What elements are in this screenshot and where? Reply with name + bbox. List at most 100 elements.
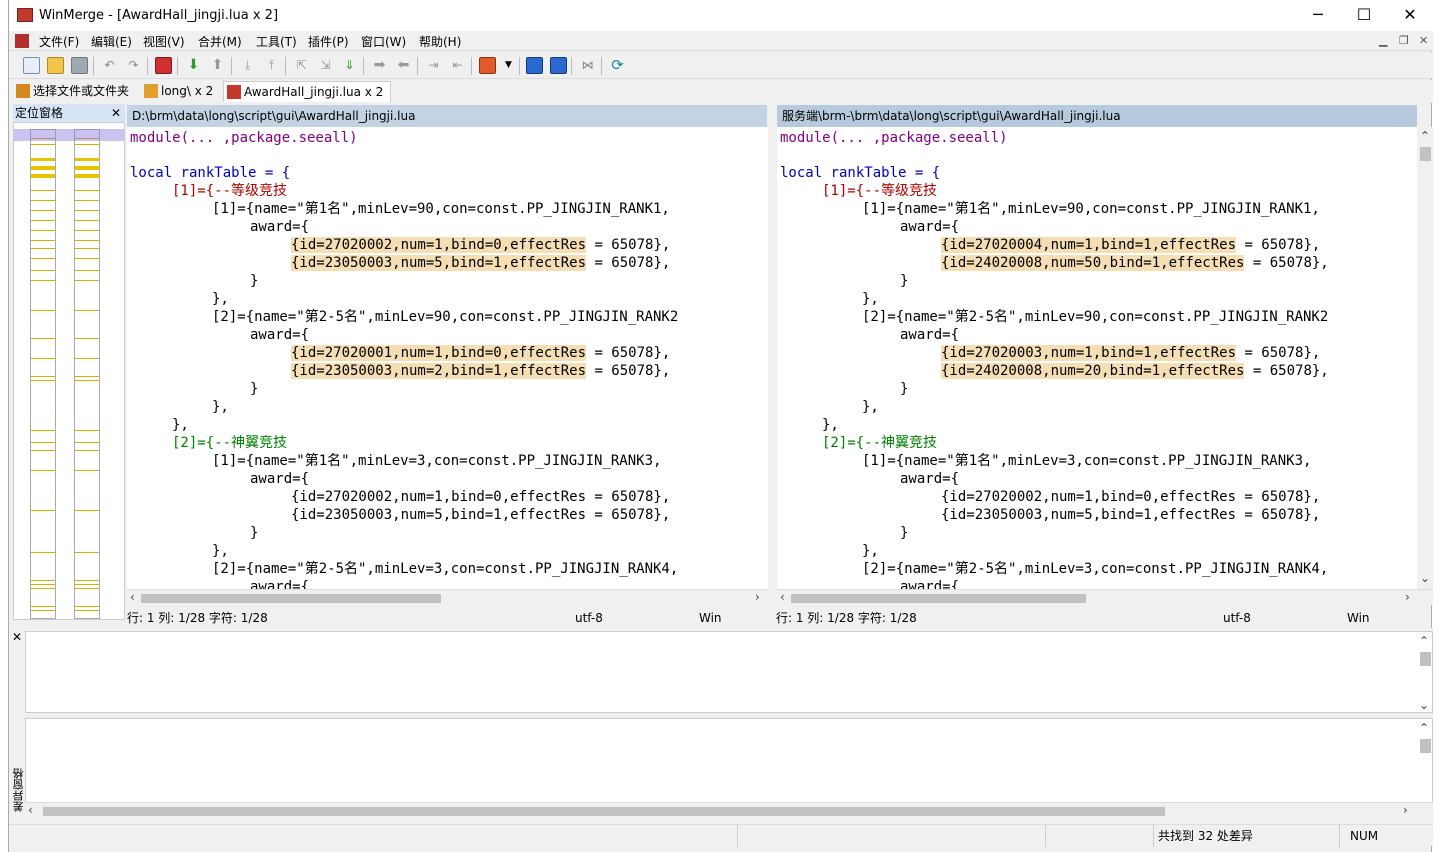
diff-pane-top-view[interactable]: ⌃ ⌄ [25, 631, 1433, 713]
save-icon[interactable] [71, 57, 88, 74]
minimize-button[interactable]: ─ [1295, 0, 1341, 31]
chevron-left-icon[interactable]: ‹ [28, 803, 33, 817]
tab-label: long\ x 2 [161, 84, 214, 98]
code-line: [2]={name="第2-5名",minLev=90,con=const.PP… [212, 309, 679, 325]
mdi-close-button[interactable]: ✕ [1419, 34, 1428, 47]
folder-icon [16, 84, 30, 98]
scrollbar-thumb[interactable] [791, 594, 1086, 603]
code-line: [2]={--神翼竞技 [822, 435, 938, 451]
code-line: }, [862, 543, 879, 559]
code-line: }, [212, 543, 229, 559]
diff-pane-close-icon[interactable]: ✕ [12, 630, 22, 644]
code-line: {id=27020002,num=1,bind=0,effectRes = 65… [291, 489, 671, 505]
chevron-up-icon[interactable]: ⌃ [1419, 721, 1429, 735]
menu-edit[interactable]: 编辑(E) [91, 33, 132, 50]
collapse-icon[interactable]: ⋈ [579, 57, 596, 74]
last-diff-icon[interactable]: ⤒ [263, 57, 280, 74]
location-map[interactable] [13, 122, 125, 620]
compare-right-icon[interactable] [550, 57, 567, 74]
compare-left-icon[interactable] [526, 57, 543, 74]
open-icon[interactable] [47, 57, 64, 74]
chevron-left-icon[interactable]: ‹ [130, 590, 135, 604]
chevron-down-icon[interactable]: ⌄ [1420, 571, 1430, 585]
diff-line: {id=27020002,num=1,bind=0,effectRes = 65… [291, 237, 671, 253]
mdi-minimize-button[interactable]: ▁ [1379, 34, 1387, 47]
chevron-left-icon[interactable]: ‹ [780, 590, 785, 604]
undo-icon[interactable]: ↶ [101, 57, 118, 74]
left-editor[interactable]: module(... ,package.seeall) local rankTa… [127, 127, 768, 589]
menu-window[interactable]: 窗口(W) [361, 33, 406, 50]
copy-right-advance-icon[interactable]: ⇥ [425, 57, 442, 74]
location-pane-close-icon[interactable]: ✕ [111, 104, 121, 122]
diff-pane-horizontal-scrollbar[interactable]: ‹ › [25, 802, 1433, 818]
code-line: }, [212, 399, 229, 415]
prev-diff-icon[interactable]: ⬆ [209, 57, 226, 74]
next-conflict-icon[interactable]: ⇓ [341, 57, 358, 74]
chevron-right-icon[interactable]: › [1405, 590, 1410, 604]
code-line: [1]={name="第1名",minLev=90,con=const.PP_J… [212, 201, 670, 217]
right-editor[interactable]: module(... ,package.seeall) local rankTa… [777, 127, 1417, 589]
code-line: award={ [250, 219, 310, 235]
tools-icon[interactable] [479, 57, 496, 74]
menu-bar: 文件(F) 编辑(E) 视图(V) 合并(M) 工具(T) 插件(P) 窗口(W… [9, 31, 1433, 51]
menu-merge[interactable]: 合并(M) [198, 33, 242, 50]
chevron-down-icon[interactable]: ▼ [500, 57, 517, 74]
code-line: [1]={--等级竞技 [822, 183, 938, 199]
copy-left-advance-icon[interactable]: ⇤ [449, 57, 466, 74]
tab-label: 选择文件或文件夹 [33, 84, 130, 98]
refresh-icon[interactable]: ⟳ [609, 57, 626, 74]
left-horizontal-scrollbar[interactable]: ‹ › [127, 589, 768, 605]
tab-bar: 选择文件或文件夹 long\ x 2 AwardHall_jingji.lua … [9, 80, 1433, 103]
chevron-up-icon[interactable]: ⌃ [1420, 129, 1430, 143]
menu-plugins[interactable]: 插件(P) [308, 33, 349, 50]
menu-help[interactable]: 帮助(H) [419, 33, 461, 50]
tab-awardhall-file[interactable]: AwardHall_jingji.lua x 2 [223, 81, 391, 102]
left-eol: Win [699, 611, 722, 625]
code-line: {id=23050003,num=5,bind=1,effectRes = 65… [291, 507, 671, 523]
right-vertical-scrollbar[interactable]: ⌃ ⌄ [1417, 127, 1433, 589]
first-diff-icon[interactable]: ⤓ [239, 57, 256, 74]
scrollbar-thumb[interactable] [141, 594, 441, 603]
document-icon[interactable] [15, 34, 29, 48]
location-pane: 定位窗格 ✕ [13, 104, 125, 620]
diff-pane: ✕ ⌃ ⌄ ⌃ ‹ › [9, 628, 1433, 824]
scrollbar-thumb[interactable] [1420, 147, 1431, 161]
mdi-restore-button[interactable]: ❐ [1399, 34, 1409, 47]
title-bar: WinMerge - [AwardHall_jingji.lua x 2] ─ … [9, 0, 1433, 31]
current-diff-icon[interactable]: ⇱ [293, 57, 310, 74]
diff-line: {id=24020008,num=20,bind=1,effectRes = 6… [941, 363, 1329, 379]
chevron-down-icon[interactable]: ⌄ [1419, 698, 1429, 712]
diff-line: {id=27020004,num=1,bind=1,effectRes = 65… [941, 237, 1321, 253]
scrollbar-thumb[interactable] [1420, 652, 1431, 666]
maximize-button[interactable]: ☐ [1341, 0, 1387, 31]
right-horizontal-scrollbar[interactable]: ‹ › [777, 589, 1433, 605]
chevron-right-icon[interactable]: › [755, 590, 760, 604]
copy-left-icon[interactable]: ⬅ [395, 57, 412, 74]
menu-view[interactable]: 视图(V) [143, 33, 185, 50]
code-line: } [250, 381, 259, 397]
winmerge-window: WinMerge - [AwardHall_jingji.lua x 2] ─ … [8, 0, 1433, 852]
code-line: [2]={name="第2-5名",minLev=3,con=const.PP_… [212, 561, 679, 577]
scrollbar-thumb[interactable] [1420, 739, 1431, 753]
next-diff-icon[interactable]: ⬇ [185, 57, 202, 74]
tab-select-files[interactable]: 选择文件或文件夹 [13, 81, 137, 102]
options-icon[interactable] [155, 57, 172, 74]
code-line: }, [862, 399, 879, 415]
close-button[interactable]: ✕ [1387, 0, 1433, 31]
code-line: [1]={name="第1名",minLev=90,con=const.PP_J… [862, 201, 1320, 217]
right-eol: Win [1347, 611, 1370, 625]
redo-icon[interactable]: ↷ [125, 57, 142, 74]
chevron-right-icon[interactable]: › [1403, 803, 1408, 817]
tab-long-folder[interactable]: long\ x 2 [141, 81, 221, 102]
diff-pane-bottom-view[interactable]: ⌃ [25, 718, 1433, 804]
new-icon[interactable] [23, 57, 40, 74]
prev-conflict-icon[interactable]: ⇲ [317, 57, 334, 74]
scrollbar-thumb[interactable] [43, 807, 1165, 816]
location-map-viewport[interactable] [14, 129, 124, 141]
menu-file[interactable]: 文件(F) [39, 33, 79, 50]
copy-right-icon[interactable]: ➡ [371, 57, 388, 74]
window-title: WinMerge - [AwardHall_jingji.lua x 2] [39, 8, 279, 23]
menu-tools[interactable]: 工具(T) [256, 33, 297, 50]
diff-count: 共找到 32 处差异 [1153, 825, 1339, 847]
chevron-up-icon[interactable]: ⌃ [1419, 634, 1429, 648]
